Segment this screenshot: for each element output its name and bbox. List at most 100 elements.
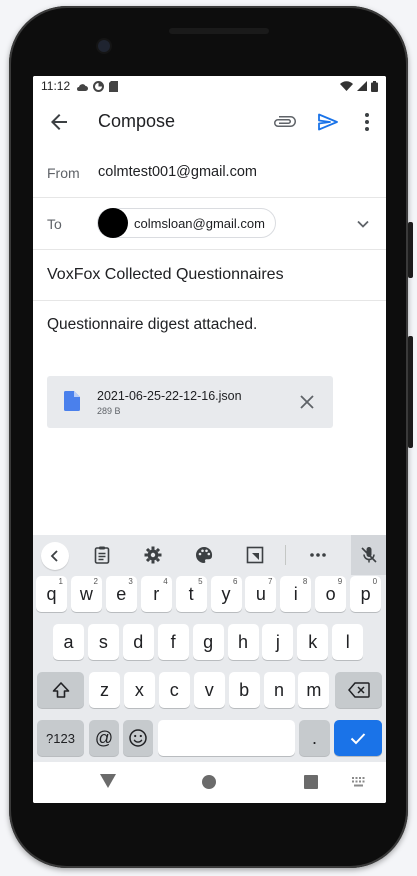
key-b[interactable]: b (228, 672, 260, 708)
key-label: t (188, 583, 194, 604)
key-label: q (46, 583, 57, 604)
one-handed-mode-icon[interactable] (245, 545, 265, 565)
key-label: u (255, 583, 266, 604)
key-number-hint: 7 (267, 577, 273, 586)
key-g[interactable]: g (192, 624, 224, 660)
volume-button (408, 336, 413, 448)
close-icon[interactable] (297, 392, 317, 412)
message-body[interactable]: Questionnaire digest attached. (47, 316, 257, 334)
status-time: 11:12 (41, 79, 71, 93)
clipboard-icon[interactable] (92, 545, 112, 565)
key-d[interactable]: d (122, 624, 154, 660)
battery-icon (371, 80, 378, 92)
mic-off-icon (361, 547, 377, 563)
shift-key[interactable] (37, 672, 84, 708)
avatar (98, 208, 128, 238)
page-title: Compose (98, 111, 176, 131)
shift-arrow-icon (52, 682, 69, 698)
recipient-chip[interactable]: colmsloan@gmail.com (97, 208, 276, 238)
key-label: r (153, 583, 160, 604)
gear-icon[interactable] (143, 545, 163, 565)
key-label: w (79, 583, 93, 604)
key-number-hint: 9 (337, 577, 343, 586)
from-label: From (47, 165, 80, 181)
at-key[interactable]: @ (89, 720, 119, 756)
status-bar: 11:12 (33, 76, 386, 96)
checkmark-icon (350, 733, 366, 745)
key-label: o (325, 583, 336, 604)
more-vert-icon[interactable] (355, 110, 379, 134)
key-y[interactable]: y6 (210, 576, 242, 612)
key-q[interactable]: q1 (36, 576, 67, 612)
back-arrow-icon[interactable] (47, 110, 71, 134)
chevron-left-icon (50, 550, 58, 562)
key-o[interactable]: o9 (315, 576, 347, 612)
key-k[interactable]: k (297, 624, 329, 660)
key-label: e (116, 583, 127, 604)
backspace-key[interactable] (335, 672, 382, 708)
key-number-hint: 2 (93, 577, 98, 586)
attachment-card[interactable]: 2021-06-25-22-12-16.json 289 B (47, 376, 333, 428)
keyboard-collapse-button[interactable] (41, 542, 69, 570)
enter-key[interactable] (334, 720, 382, 756)
speaker-grille (169, 28, 269, 34)
key-z[interactable]: z (89, 672, 120, 708)
voice-input-button[interactable] (351, 535, 386, 575)
app-bar: Compose (33, 96, 386, 148)
nav-back-icon[interactable] (100, 774, 116, 788)
key-a[interactable]: a (53, 624, 84, 660)
subject-field[interactable]: VoxFox Collected Questionnaires (47, 266, 284, 284)
send-icon[interactable] (316, 110, 340, 134)
symbols-key[interactable]: ?123 (37, 720, 84, 756)
chevron-down-icon[interactable] (353, 214, 373, 234)
key-c[interactable]: c (158, 672, 190, 708)
nav-home-icon[interactable] (202, 775, 216, 789)
key-label: y (221, 583, 231, 604)
nav-recents-icon[interactable] (304, 775, 318, 789)
wifi-icon (340, 81, 353, 91)
to-row[interactable]: To colmsloan@gmail.com (33, 198, 386, 250)
key-number-hint: 5 (198, 577, 203, 586)
paperclip-icon[interactable] (273, 110, 297, 134)
keyboard-switch-icon[interactable] (351, 776, 367, 788)
toolbar-divider (285, 545, 286, 565)
key-s[interactable]: s (87, 624, 119, 660)
key-number-hint: 6 (233, 577, 238, 586)
emoji-key[interactable] (123, 720, 153, 756)
subject-row[interactable]: VoxFox Collected Questionnaires (33, 250, 386, 301)
cloud-icon (77, 83, 89, 91)
key-number-hint: 0 (372, 577, 378, 586)
key-x[interactable]: x (123, 672, 155, 708)
key-j[interactable]: j (262, 624, 294, 660)
key-r[interactable]: r4 (140, 576, 172, 612)
key-number-hint: 4 (163, 577, 168, 586)
attachment-size: 289 B (97, 406, 121, 416)
key-u[interactable]: u7 (245, 576, 277, 612)
space-key[interactable] (158, 720, 295, 756)
key-e[interactable]: e3 (105, 576, 137, 612)
palette-icon[interactable] (194, 545, 214, 565)
key-n[interactable]: n (263, 672, 295, 708)
keyboard-toolbar (33, 535, 386, 575)
key-f[interactable]: f (157, 624, 189, 660)
key-p[interactable]: p0 (350, 576, 382, 612)
key-number-hint: 1 (58, 577, 63, 586)
key-i[interactable]: i8 (280, 576, 312, 612)
from-account[interactable]: colmtest001@gmail.com (98, 164, 257, 180)
key-w[interactable]: w2 (70, 576, 102, 612)
key-number-hint: 8 (302, 577, 308, 586)
key-label: i (293, 583, 298, 604)
power-button (408, 222, 413, 278)
key-h[interactable]: h (227, 624, 259, 660)
key-m[interactable]: m (298, 672, 330, 708)
key-l[interactable]: l (332, 624, 364, 660)
signal-icon (357, 81, 367, 91)
period-key[interactable]: . (299, 720, 330, 756)
key-t[interactable]: t5 (175, 576, 207, 612)
more-horiz-icon[interactable] (308, 545, 328, 565)
from-row[interactable]: From colmtest001@gmail.com (33, 148, 386, 198)
front-camera (98, 40, 110, 52)
key-number-hint: 3 (128, 577, 133, 586)
soft-keyboard: q1w2e3r4t5y6u7i8o9p0 asdfghjkl zxcvbnm ?… (33, 535, 386, 762)
key-v[interactable]: v (193, 672, 225, 708)
